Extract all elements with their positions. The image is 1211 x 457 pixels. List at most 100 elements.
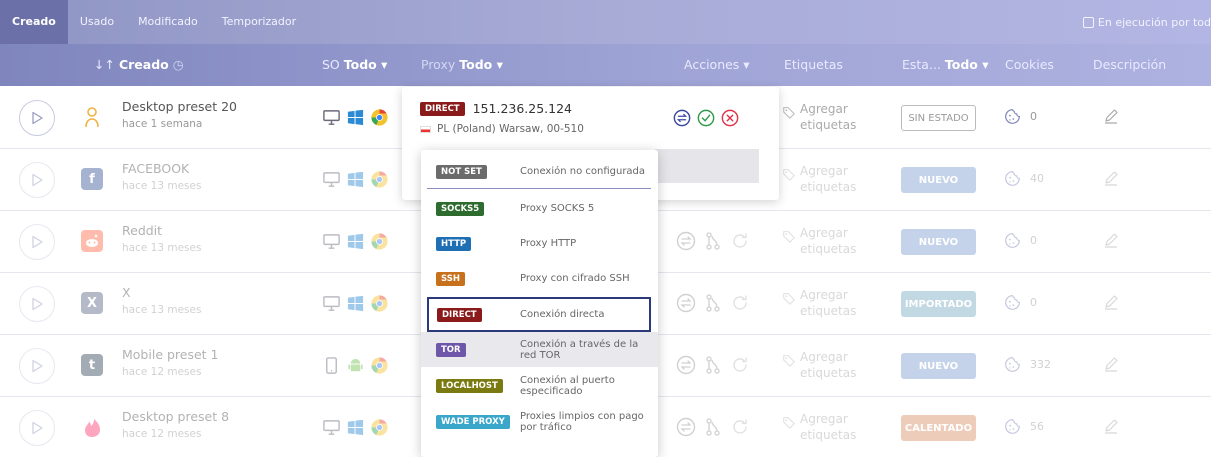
edit-description-button[interactable] (1103, 294, 1119, 314)
edit-icon[interactable] (1103, 170, 1119, 186)
refresh-icon[interactable] (730, 293, 750, 313)
profile-name[interactable]: Mobile preset 1 (122, 347, 219, 362)
cancel-icon[interactable] (721, 109, 739, 127)
status-badge[interactable]: SIN ESTADO (901, 105, 976, 131)
proxy-option-label: Proxy con cifrado SSH (520, 273, 630, 284)
proxy-input-field[interactable] (655, 149, 759, 183)
edit-icon[interactable] (1103, 356, 1119, 372)
status-filter[interactable]: Todo ▾ (945, 57, 989, 72)
tab-timer[interactable]: Temporizador (210, 0, 308, 44)
start-profile-button[interactable] (19, 286, 55, 322)
profile-name[interactable]: Desktop preset 8 (122, 409, 229, 424)
running-filter[interactable]: En ejecución por tod (1082, 0, 1211, 44)
edit-icon[interactable] (1103, 418, 1119, 434)
edit-description-button[interactable] (1103, 170, 1119, 190)
status-badge[interactable]: NUEVO (901, 353, 976, 379)
proxy-column-header[interactable]: Proxy Todo ▾ (421, 44, 503, 86)
merge-icon[interactable] (703, 355, 723, 375)
status-column-header[interactable]: Esta... Todo ▾ (902, 44, 989, 86)
add-tags-button[interactable]: Agregar etiquetas (782, 287, 856, 319)
cookies-count: 0 (1004, 232, 1037, 249)
merge-icon[interactable] (703, 231, 723, 251)
proxy-option-socks5[interactable]: SOCKS5 Proxy SOCKS 5 (421, 191, 658, 226)
reddit-icon (81, 230, 103, 252)
status-badge[interactable]: NUEVO (901, 229, 976, 255)
os-browser-icons (322, 108, 389, 127)
profile-avatar (81, 416, 103, 438)
chrome-icon (371, 233, 388, 250)
os-column-header[interactable]: SO Todo ▾ (322, 44, 387, 86)
proxy-option-label: Conexión al puerto especificado (520, 374, 615, 397)
refresh-icon[interactable] (730, 355, 750, 375)
cookies-value: 0 (1030, 110, 1037, 123)
add-tags-button[interactable]: Agregar etiquetas (782, 163, 856, 195)
edit-description-button[interactable] (1103, 418, 1119, 438)
os-browser-icons (322, 232, 389, 251)
cookies-value: 56 (1030, 420, 1044, 433)
cookies-count: 332 (1004, 356, 1051, 373)
proxy-filter[interactable]: Todo ▾ (459, 57, 503, 72)
play-icon (32, 297, 43, 311)
refresh-icon[interactable] (730, 417, 750, 437)
tab-modified[interactable]: Modificado (126, 0, 210, 44)
proxy-option-http[interactable]: HTTP Proxy HTTP (421, 226, 658, 261)
confirm-icon[interactable] (697, 109, 715, 127)
profile-name[interactable]: Reddit (122, 223, 162, 238)
edit-icon[interactable] (1103, 108, 1119, 124)
os-browser-icons (322, 356, 389, 375)
profile-name[interactable]: FACEBOOK (122, 161, 189, 176)
edit-icon[interactable] (1103, 232, 1119, 248)
proxy-option-ssh[interactable]: SSH Proxy con cifrado SSH (421, 261, 658, 296)
add-tags-button[interactable]: Agregar etiquetas (782, 225, 856, 257)
swap-icon[interactable] (673, 109, 691, 127)
add-tags-button[interactable]: Agregar etiquetas (782, 411, 856, 443)
row-actions (676, 355, 750, 375)
status-badge[interactable]: NUEVO (901, 167, 976, 193)
edit-description-button[interactable] (1103, 108, 1119, 128)
tab-created[interactable]: Creado (0, 0, 68, 44)
play-icon (32, 235, 43, 249)
profile-name[interactable]: Desktop preset 20 (122, 99, 237, 114)
proxy-option-direct[interactable]: DIRECT Conexión directa (427, 297, 651, 332)
proxy-type-dropdown: NOT SET Conexión no configurada SOCKS5 Prox… (421, 150, 658, 457)
tab-used[interactable]: Usado (68, 0, 126, 44)
add-tags-button[interactable]: Agregar etiquetas (782, 349, 856, 381)
actions-column-header[interactable]: Acciones ▾ (684, 44, 750, 86)
top-tabs-bar: Creado Usado Modificado Temporizador En … (0, 0, 1211, 44)
cookie-icon (1005, 357, 1020, 372)
tags-label-line2: etiquetas (800, 366, 857, 380)
edit-icon[interactable] (1103, 294, 1119, 310)
swap-icon[interactable] (676, 417, 696, 437)
tags-label-line2: etiquetas (800, 242, 857, 256)
status-badge[interactable]: IMPORTADO (901, 291, 976, 317)
proxy-option-localhost[interactable]: LOCALHOST Conexión al puerto especificado (421, 368, 658, 403)
swap-icon[interactable] (676, 293, 696, 313)
merge-icon[interactable] (703, 293, 723, 313)
merge-icon[interactable] (703, 417, 723, 437)
swap-icon[interactable] (676, 355, 696, 375)
start-profile-button[interactable] (19, 162, 55, 198)
refresh-icon[interactable] (730, 231, 750, 251)
os-filter[interactable]: Todo ▾ (344, 57, 388, 72)
tags-label-line1: Agregar (800, 412, 848, 426)
proxy-option-tor[interactable]: TOR Conexión a través de la red TOR (421, 332, 658, 367)
row-actions (676, 231, 750, 251)
start-profile-button[interactable] (19, 100, 55, 136)
profile-name[interactable]: X (122, 285, 131, 300)
status-badge[interactable]: CALENTADO (901, 415, 976, 441)
proxy-option-not-set[interactable]: NOT SET Conexión no configurada (421, 154, 658, 189)
start-profile-button[interactable] (19, 348, 55, 384)
proxy-option-wade-proxy[interactable]: WADE PROXY Proxies limpios con pago por t… (421, 404, 658, 439)
created-column-header[interactable]: ↓↑ Creado ◷ (94, 44, 184, 86)
edit-description-button[interactable] (1103, 356, 1119, 376)
proxy-option-badge: HTTP (436, 236, 472, 251)
edit-description-button[interactable] (1103, 232, 1119, 252)
start-profile-button[interactable] (19, 224, 55, 260)
tag-icon (783, 169, 795, 181)
tag-icon (783, 231, 795, 243)
running-checkbox[interactable] (1082, 16, 1094, 28)
cookie-icon (1005, 171, 1020, 186)
add-tags-button[interactable]: Agregar etiquetas (782, 101, 856, 133)
swap-icon[interactable] (676, 231, 696, 251)
start-profile-button[interactable] (19, 410, 55, 446)
